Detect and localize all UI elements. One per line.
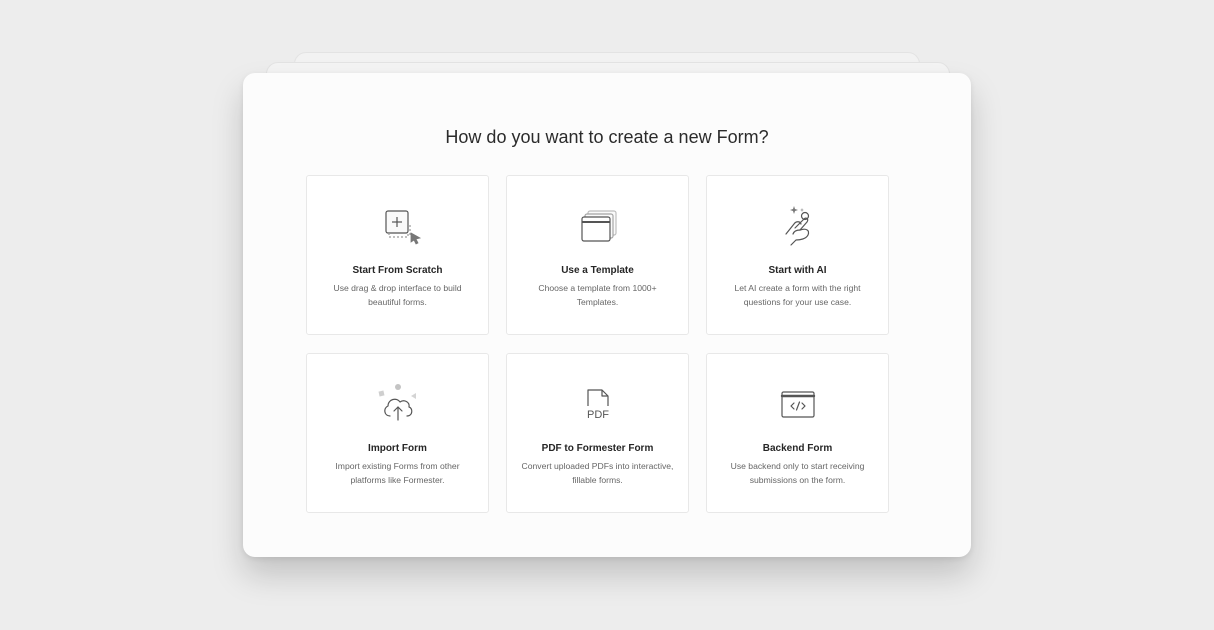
option-description: Convert uploaded PDFs into interactive, … bbox=[521, 461, 674, 485]
options-grid: Start From Scratch Use drag & drop inter… bbox=[306, 175, 889, 513]
option-start-with-ai[interactable]: Start with AI Let AI create a form with … bbox=[706, 175, 889, 335]
pdf-label: PDF bbox=[587, 409, 609, 421]
template-stack-icon bbox=[574, 202, 622, 250]
option-start-from-scratch[interactable]: Start From Scratch Use drag & drop inter… bbox=[306, 175, 489, 335]
pdf-file-icon: PDF bbox=[574, 380, 622, 428]
create-form-dialog: How do you want to create a new Form? St… bbox=[243, 73, 971, 557]
option-import-form[interactable]: Import Form Import existing Forms from o… bbox=[306, 353, 489, 513]
option-pdf-to-formester-form[interactable]: PDF PDF to Formester Form Convert upload… bbox=[506, 353, 689, 513]
option-name: Use a Template bbox=[561, 265, 634, 276]
option-backend-form[interactable]: Backend Form Use backend only to start r… bbox=[706, 353, 889, 513]
app-background: How do you want to create a new Form? St… bbox=[0, 0, 1214, 630]
option-description: Use backend only to start receiving subm… bbox=[730, 461, 865, 485]
option-name: Backend Form bbox=[762, 443, 833, 454]
dialog-title: How do you want to create a new Form? bbox=[445, 127, 769, 147]
option-name: Start From Scratch bbox=[352, 265, 443, 276]
option-name: PDF to Formester Form bbox=[541, 443, 654, 454]
option-name: Start with AI bbox=[768, 265, 827, 276]
cloud-upload-icon bbox=[374, 380, 422, 428]
option-description: Use drag & drop interface to build beaut… bbox=[333, 283, 462, 307]
option-description: Let AI create a form with the right ques… bbox=[734, 283, 861, 307]
option-use-a-template[interactable]: Use a Template Choose a template from 10… bbox=[506, 175, 689, 335]
sparkle-hand-icon bbox=[774, 202, 822, 250]
code-window-icon bbox=[774, 380, 822, 428]
option-description: Choose a template from 1000+ Templates. bbox=[538, 283, 657, 307]
option-name: Import Form bbox=[368, 443, 427, 454]
add-box-cursor-icon bbox=[374, 202, 422, 250]
option-description: Import existing Forms from other platfor… bbox=[335, 461, 460, 485]
